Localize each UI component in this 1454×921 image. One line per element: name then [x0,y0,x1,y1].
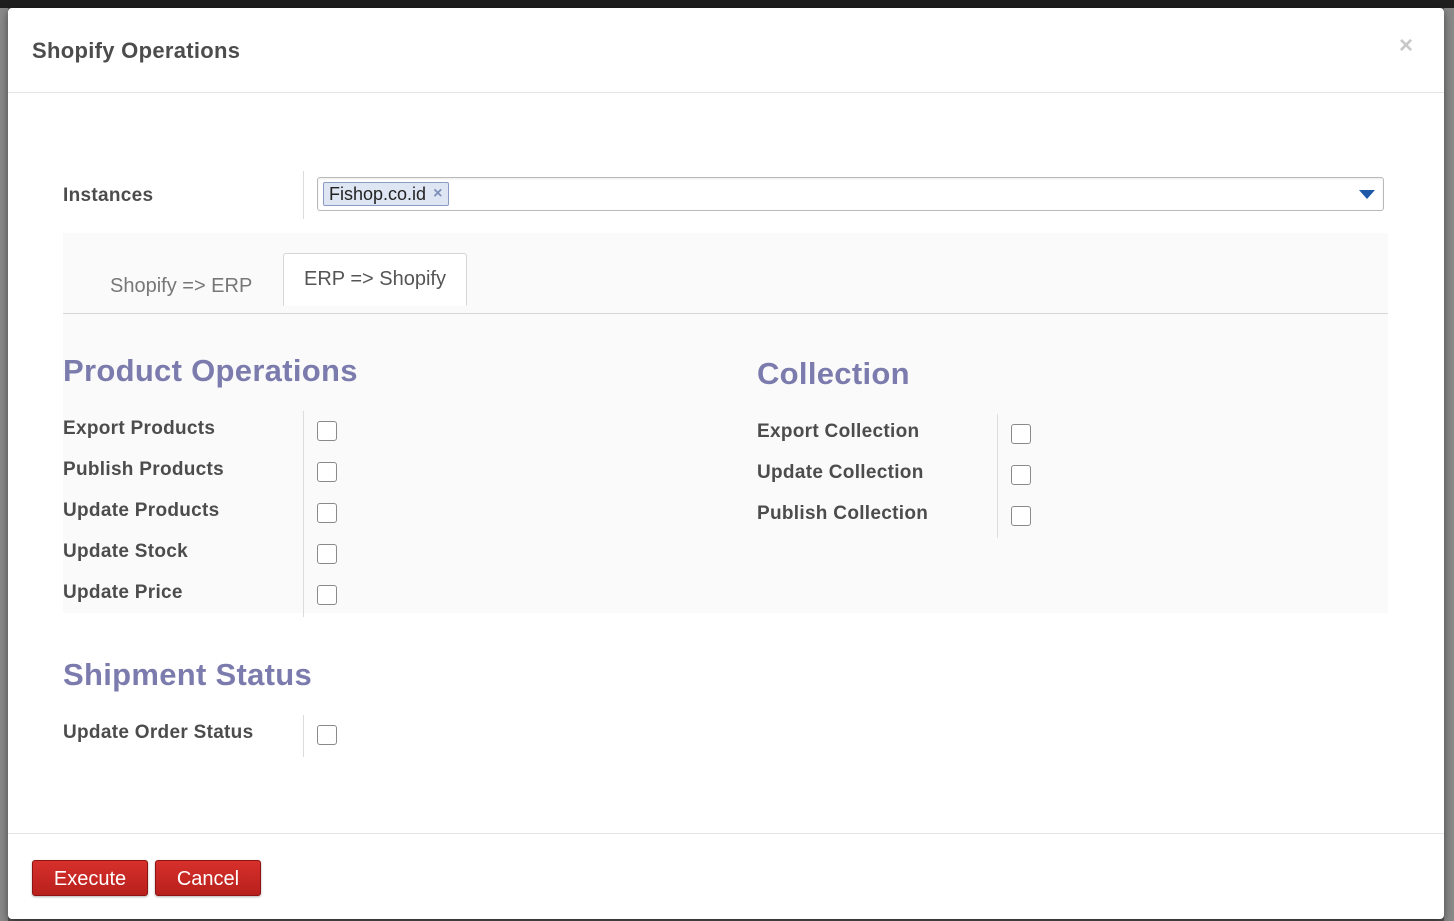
collection-title: Collection [757,356,910,391]
export-products-checkbox[interactable] [317,421,337,441]
publish-collection-label: Publish Collection [757,503,929,524]
dialog-title: Shopify Operations [32,38,241,63]
update-collection-checkbox[interactable] [1011,465,1031,485]
tab-bar: Shopify => ERP ERP => Shopify [63,233,1388,314]
instances-input[interactable]: Fishop.co.id × [317,177,1384,211]
update-order-status-label: Update Order Status [63,722,254,743]
update-products-label: Update Products [63,500,220,521]
update-collection-label: Update Collection [757,462,924,483]
export-collection-checkbox[interactable] [1011,424,1031,444]
tab-shopify-to-erp[interactable]: Shopify => ERP [90,261,272,311]
update-price-label: Update Price [63,582,183,603]
instance-tag-label: Fishop.co.id [329,184,427,204]
shipment-status-title: Shipment Status [63,657,313,692]
dialog-footer: Execute Cancel [8,833,1444,920]
execute-button[interactable]: Execute [32,860,148,896]
tab-erp-to-shopify[interactable]: ERP => Shopify [283,253,467,306]
product-operations-title: Product Operations [63,353,358,388]
cancel-button[interactable]: Cancel [155,860,261,896]
export-collection-label: Export Collection [757,421,920,442]
dialog-header: Shopify Operations × [8,8,1444,93]
update-order-status-checkbox[interactable] [317,725,337,745]
backdrop-right [1444,8,1454,921]
update-price-checkbox[interactable] [317,585,337,605]
product-operations-divider [303,411,304,617]
remove-tag-icon[interactable]: × [433,183,442,205]
shopify-operations-dialog: Shopify Operations × Instances Fishop.co… [8,8,1444,919]
update-stock-checkbox[interactable] [317,544,337,564]
shipment-status-divider [303,715,304,757]
instances-label: Instances [63,185,154,206]
field-divider [303,171,304,219]
backdrop-top [0,0,1454,8]
update-stock-label: Update Stock [63,541,189,562]
export-products-label: Export Products [63,418,216,439]
backdrop-left [0,8,8,921]
instance-tag: Fishop.co.id × [323,182,450,206]
publish-products-checkbox[interactable] [317,462,337,482]
collection-divider [997,414,998,538]
operations-notebook: Shopify => ERP ERP => Shopify [63,233,1388,613]
publish-products-label: Publish Products [63,459,225,480]
publish-collection-checkbox[interactable] [1011,506,1031,526]
close-icon[interactable]: × [1394,34,1418,58]
dropdown-arrow-icon[interactable] [1359,190,1375,199]
dialog-body: Instances Fishop.co.id × Shopify => ERP … [8,93,1444,833]
update-products-checkbox[interactable] [317,503,337,523]
